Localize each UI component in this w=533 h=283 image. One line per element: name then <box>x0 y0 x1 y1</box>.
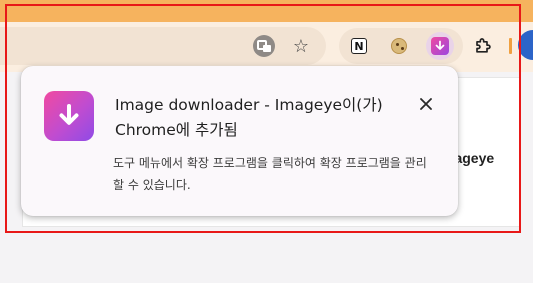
address-bar[interactable] <box>0 27 326 65</box>
extensions-puzzle-icon[interactable] <box>468 32 496 60</box>
popup-body-text: 도구 메뉴에서 확장 프로그램을 클릭하여 확장 프로그램을 관리할 수 있습니… <box>113 156 427 192</box>
bookmark-star-icon[interactable]: ☆ <box>288 33 314 59</box>
cookie-extension-icon[interactable] <box>385 32 413 60</box>
window-title-bar <box>0 0 533 22</box>
extension-added-popup: Image downloader - Imageye이(가) Chrome에 추… <box>21 66 458 216</box>
close-button[interactable] <box>415 93 437 115</box>
imageeye-extension-icon[interactable] <box>426 32 454 60</box>
imageeye-logo-icon <box>44 91 94 141</box>
translate-icon[interactable] <box>251 33 277 59</box>
close-icon <box>420 98 432 110</box>
profile-accent-bar <box>509 38 512 54</box>
notion-glyph: N <box>351 38 367 54</box>
notion-extension-icon[interactable]: N <box>345 32 373 60</box>
popup-title: Image downloader - Imageye이(가) Chrome에 추… <box>115 96 383 139</box>
